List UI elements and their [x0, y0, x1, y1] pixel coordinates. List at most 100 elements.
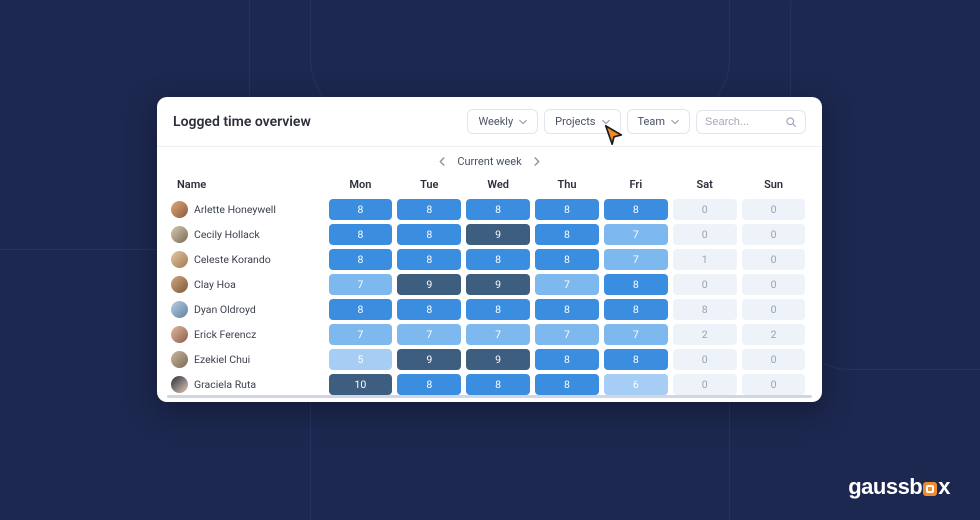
hours-cell[interactable]: 8 — [535, 224, 599, 245]
col-wed: Wed — [464, 178, 533, 191]
hours-cell[interactable]: 9 — [466, 274, 530, 295]
avatar — [171, 276, 188, 293]
search-input[interactable] — [705, 116, 785, 128]
table-row: Graciela Ruta10888600 — [157, 372, 822, 397]
hours-cell[interactable]: 8 — [466, 374, 530, 395]
person-name: Graciela Ruta — [194, 378, 256, 391]
hours-cell[interactable]: 8 — [535, 199, 599, 220]
hours-cell[interactable]: 7 — [535, 324, 599, 345]
hours-cell[interactable]: 8 — [604, 349, 668, 370]
name-cell: Ezekiel Chui — [171, 351, 326, 368]
projects-label: Projects — [555, 115, 595, 128]
person-name: Clay Hoa — [194, 278, 236, 291]
hours-cell[interactable]: 9 — [397, 274, 461, 295]
hours-cell[interactable]: 8 — [535, 349, 599, 370]
search-icon — [785, 116, 797, 128]
prev-week-button[interactable] — [438, 157, 447, 166]
table-row: Celeste Korando8888710 — [157, 247, 822, 272]
chevron-down-icon — [602, 118, 610, 126]
table-row: Erick Ferencz7777722 — [157, 322, 822, 347]
hours-cell[interactable]: 8 — [604, 299, 668, 320]
hours-cell[interactable]: 9 — [466, 224, 530, 245]
hours-cell[interactable]: 7 — [329, 324, 393, 345]
hours-cell[interactable]: 8 — [535, 374, 599, 395]
hours-cell[interactable]: 8 — [604, 199, 668, 220]
hours-cell[interactable]: 8 — [397, 224, 461, 245]
avatar — [171, 351, 188, 368]
avatar — [171, 376, 188, 393]
hours-cell[interactable]: 0 — [742, 349, 806, 370]
hours-cell[interactable]: 0 — [742, 374, 806, 395]
hours-cell[interactable]: 10 — [329, 374, 393, 395]
hours-cell[interactable]: 5 — [329, 349, 393, 370]
hours-cell[interactable]: 8 — [466, 249, 530, 270]
avatar — [171, 226, 188, 243]
hours-cell[interactable]: 8 — [397, 199, 461, 220]
col-tue: Tue — [395, 178, 464, 191]
chevron-down-icon — [671, 118, 679, 126]
table-row: Ezekiel Chui5998800 — [157, 347, 822, 372]
projects-dropdown[interactable]: Projects — [544, 109, 620, 134]
hours-cell[interactable]: 7 — [329, 274, 393, 295]
hours-cell[interactable]: 8 — [673, 299, 737, 320]
hours-cell[interactable]: 9 — [466, 349, 530, 370]
hours-cell[interactable]: 8 — [466, 299, 530, 320]
hours-cell[interactable]: 9 — [397, 349, 461, 370]
brand-text-1: gaussb — [848, 474, 922, 500]
col-name: Name — [171, 178, 326, 191]
hours-cell[interactable]: 0 — [742, 199, 806, 220]
avatar — [171, 301, 188, 318]
hours-cell[interactable]: 6 — [604, 374, 668, 395]
period-dropdown[interactable]: Weekly — [467, 109, 538, 134]
hours-cell[interactable]: 8 — [329, 299, 393, 320]
hours-cell[interactable]: 8 — [604, 274, 668, 295]
name-cell: Erick Ferencz — [171, 326, 326, 343]
hours-cell[interactable]: 0 — [673, 374, 737, 395]
hours-cell[interactable]: 7 — [604, 324, 668, 345]
hours-cell[interactable]: 7 — [466, 324, 530, 345]
hours-cell[interactable]: 0 — [742, 249, 806, 270]
person-name: Arlette Honeywell — [194, 203, 276, 216]
hours-cell[interactable]: 0 — [673, 274, 737, 295]
hours-cell[interactable]: 8 — [535, 249, 599, 270]
col-sat: Sat — [670, 178, 739, 191]
next-week-button[interactable] — [532, 157, 541, 166]
week-label: Current week — [457, 155, 521, 168]
hours-cell[interactable]: 8 — [397, 249, 461, 270]
name-cell: Clay Hoa — [171, 276, 326, 293]
hours-cell[interactable]: 8 — [535, 299, 599, 320]
hours-cell[interactable]: 8 — [329, 199, 393, 220]
hours-cell[interactable]: 0 — [673, 349, 737, 370]
hours-cell[interactable]: 7 — [604, 224, 668, 245]
hours-cell[interactable]: 2 — [673, 324, 737, 345]
person-name: Celeste Korando — [194, 253, 271, 266]
hours-cell[interactable]: 0 — [673, 224, 737, 245]
hours-cell[interactable]: 8 — [329, 224, 393, 245]
hours-cell[interactable]: 0 — [742, 299, 806, 320]
search-box[interactable] — [696, 110, 806, 134]
col-mon: Mon — [326, 178, 395, 191]
hours-cell[interactable]: 2 — [742, 324, 806, 345]
hours-cell[interactable]: 1 — [673, 249, 737, 270]
hours-cell[interactable]: 8 — [397, 299, 461, 320]
name-cell: Graciela Ruta — [171, 376, 326, 393]
hours-cell[interactable]: 8 — [397, 374, 461, 395]
brand-text-2: x — [938, 474, 950, 500]
table-row: Clay Hoa7997800 — [157, 272, 822, 297]
avatar — [171, 201, 188, 218]
hours-cell[interactable]: 0 — [742, 274, 806, 295]
hours-cell[interactable]: 7 — [604, 249, 668, 270]
scrollbar-horizontal[interactable] — [167, 395, 812, 398]
hours-cell[interactable]: 0 — [673, 199, 737, 220]
brand-box-icon — [923, 482, 937, 496]
hours-cell[interactable]: 7 — [397, 324, 461, 345]
team-dropdown[interactable]: Team — [627, 109, 691, 134]
hours-cell[interactable]: 8 — [466, 199, 530, 220]
period-label: Weekly — [478, 115, 513, 128]
hours-cell[interactable]: 0 — [742, 224, 806, 245]
table-body: Arlette Honeywell8888800Cecily Hollack88… — [157, 197, 822, 397]
hours-cell[interactable]: 7 — [535, 274, 599, 295]
card-header: Logged time overview Weekly Projects Tea… — [157, 97, 822, 147]
chevron-down-icon — [519, 118, 527, 126]
hours-cell[interactable]: 8 — [329, 249, 393, 270]
